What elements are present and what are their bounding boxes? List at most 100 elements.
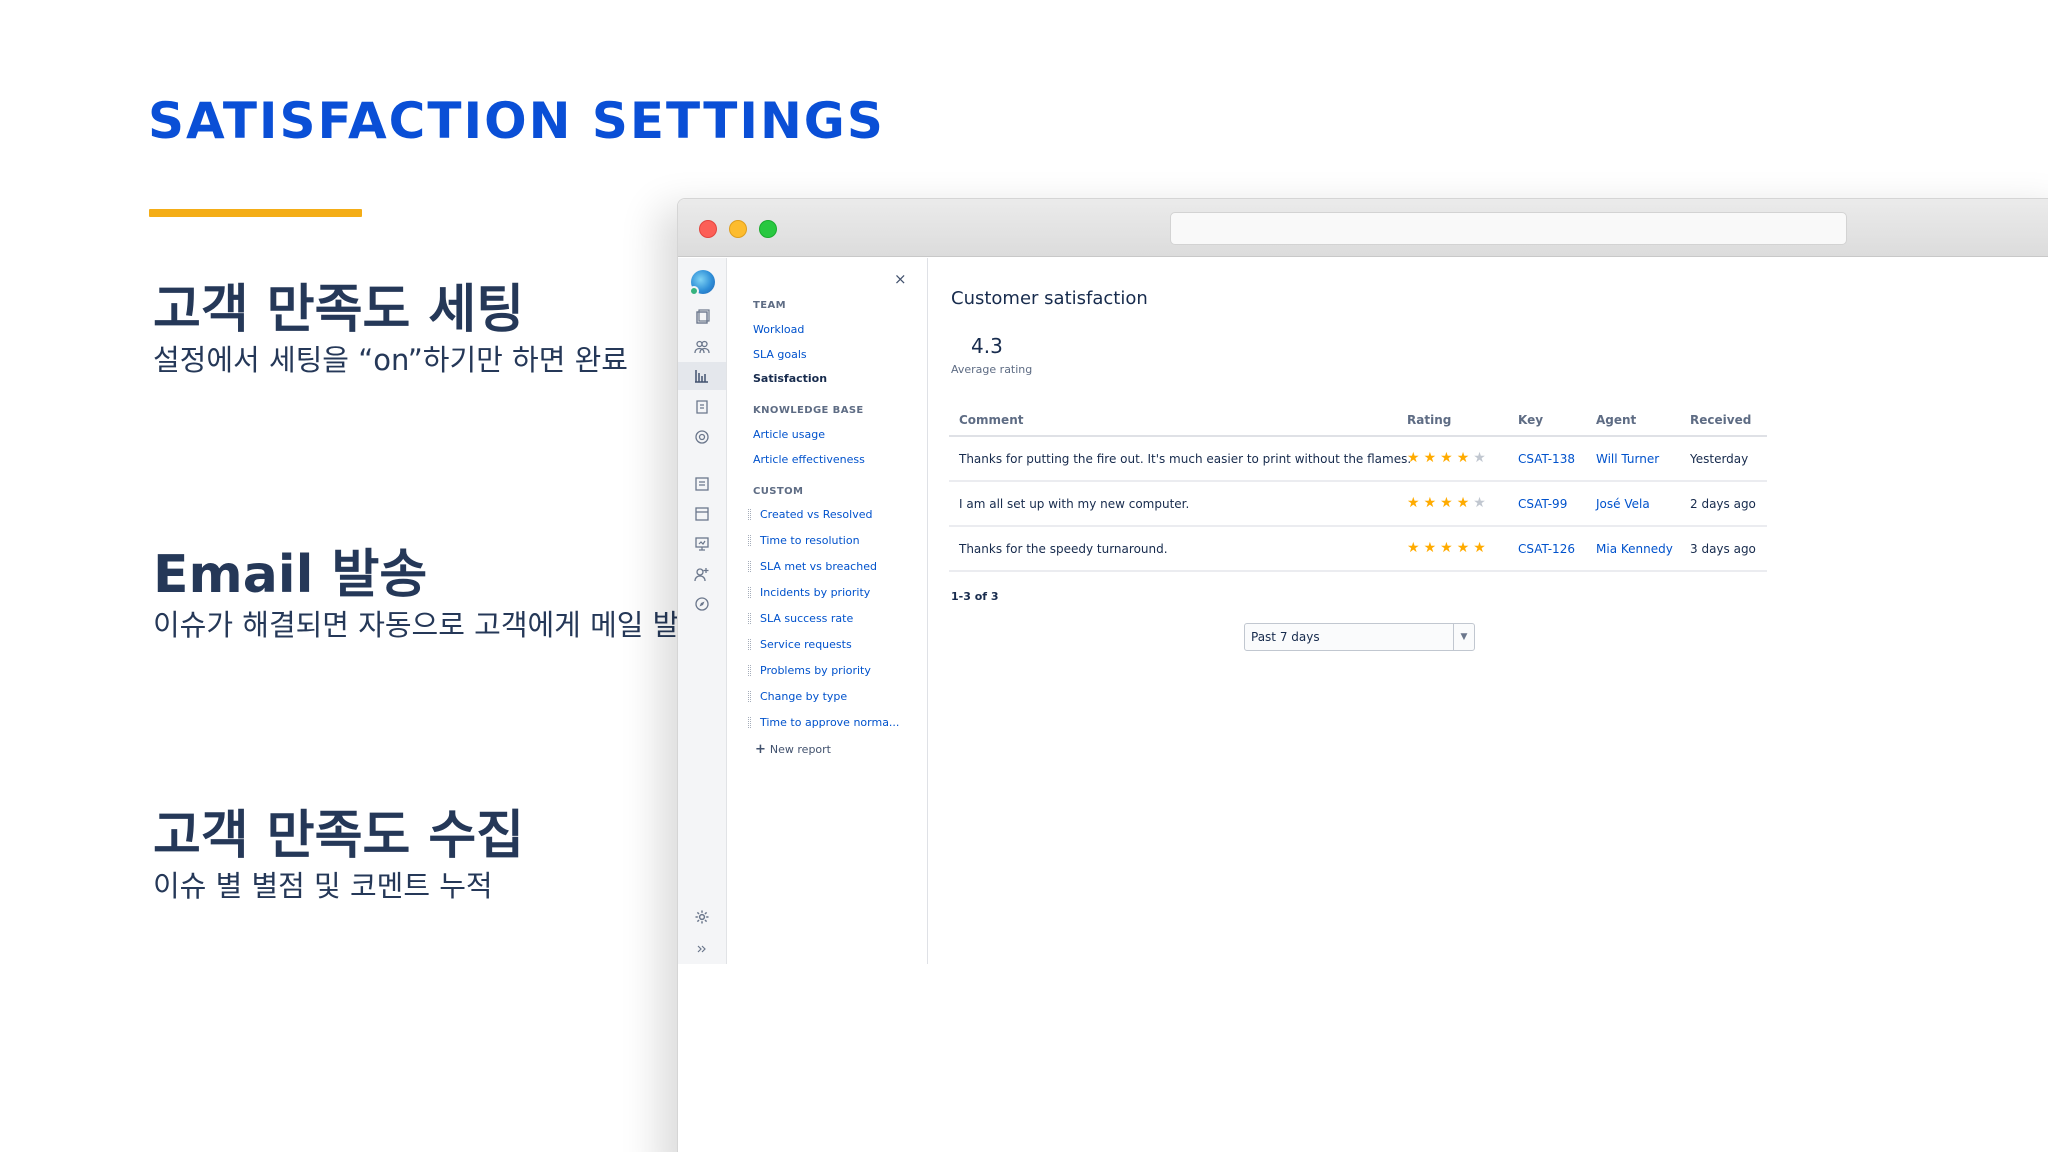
star-icon: ★ <box>1473 540 1486 556</box>
nav-link-satisfaction[interactable]: Satisfaction <box>753 372 827 385</box>
comment-cell: I am all set up with my new computer. <box>959 497 1190 511</box>
comment-cell: Thanks for putting the fire out. It's mu… <box>959 452 1412 466</box>
received-cell: 3 days ago <box>1690 542 1756 556</box>
issue-key-link[interactable]: CSAT-99 <box>1518 497 1567 511</box>
star-icon: ★ <box>1473 495 1486 511</box>
drag-handle-icon[interactable] <box>748 561 751 572</box>
table-row: Thanks for the speedy turnaround. ★ ★ ★ ★ ★ … <box>949 527 1767 572</box>
drag-handle-icon[interactable] <box>748 587 751 598</box>
feature-description: 이슈가 해결되면 자동으로 고객에게 메일 발송 <box>153 608 707 642</box>
reports-icon[interactable] <box>678 362 726 390</box>
star-icon: ★ <box>1473 450 1486 466</box>
close-window-button[interactable] <box>699 220 717 238</box>
average-rating-value: 4.3 <box>971 334 1003 358</box>
table-row: I am all set up with my new computer. ★ ★… <box>949 482 1767 527</box>
average-rating-label: Average rating <box>951 363 1033 376</box>
main-content: Customer satisfaction 4.3 Average rating… <box>929 258 2048 1152</box>
minimize-window-button[interactable] <box>729 220 747 238</box>
feature-heading: Email 발송 <box>153 545 428 605</box>
star-rating: ★ ★ ★ ★ ★ <box>1407 540 1486 556</box>
star-icon: ★ <box>1440 540 1453 556</box>
chevron-down-icon[interactable]: ▼ <box>1453 624 1474 650</box>
settings-circle-icon[interactable] <box>693 428 711 446</box>
reports-navigation: × TEAM Workload SLA goals Satisfaction K… <box>728 258 928 964</box>
compass-icon[interactable] <box>693 595 711 613</box>
feature-description: 이슈 별 별점 및 코멘트 누적 <box>153 869 493 903</box>
period-select[interactable]: Past 7 days ▼ <box>1244 623 1475 651</box>
drag-handle-icon[interactable] <box>748 691 751 702</box>
column-header-comment[interactable]: Comment <box>959 413 1023 427</box>
feature-description: 설정에서 세팅을 “on”하기만 하면 완료 <box>153 343 628 377</box>
service-desk-app: × TEAM Workload SLA goals Satisfaction K… <box>678 258 2048 1152</box>
drag-handle-icon[interactable] <box>748 613 751 624</box>
drag-handle-icon[interactable] <box>748 665 751 676</box>
nav-link-sla-goals[interactable]: SLA goals <box>753 348 807 361</box>
boards-icon[interactable] <box>693 475 711 493</box>
agent-link[interactable]: José Vela <box>1596 497 1650 511</box>
page-title: Customer satisfaction <box>951 288 1148 309</box>
knowledge-base-icon[interactable] <box>693 398 711 416</box>
issues-icon[interactable] <box>693 505 711 523</box>
window-titlebar <box>678 199 2048 257</box>
maximize-window-button[interactable] <box>759 220 777 238</box>
drag-handle-icon[interactable] <box>748 639 751 650</box>
star-icon: ★ <box>1456 450 1470 466</box>
nav-custom-report[interactable]: Change by type <box>748 690 847 703</box>
browser-window: × TEAM Workload SLA goals Satisfaction K… <box>677 198 2048 1152</box>
nav-link-article-usage[interactable]: Article usage <box>753 428 825 441</box>
address-bar[interactable] <box>1170 212 1847 245</box>
column-header-key[interactable]: Key <box>1518 413 1543 427</box>
star-icon: ★ <box>1423 450 1437 466</box>
star-rating: ★ ★ ★ ★ ★ <box>1407 450 1486 466</box>
expand-icon[interactable] <box>693 940 711 958</box>
drag-handle-icon[interactable] <box>748 535 751 546</box>
nav-link-article-effectiveness[interactable]: Article effectiveness <box>753 453 865 466</box>
feature-email-send: Email 발송 이슈가 해결되면 자동으로 고객에게 메일 발송 <box>153 543 713 643</box>
table-row: Thanks for putting the fire out. It's mu… <box>949 437 1767 482</box>
column-header-agent[interactable]: Agent <box>1596 413 1636 427</box>
satisfaction-table: Comment Rating Key Agent Received Thanks… <box>949 401 1767 572</box>
accent-bar <box>149 209 362 217</box>
nav-section-team: TEAM <box>753 300 786 311</box>
feature-heading: 고객 만족도 수집 <box>153 806 525 866</box>
feature-satisfaction-collect: 고객 만족도 수집 이슈 별 별점 및 코멘트 누적 <box>153 804 713 904</box>
drag-handle-icon[interactable] <box>748 509 751 520</box>
period-select-value: Past 7 days <box>1251 630 1320 644</box>
nav-custom-report[interactable]: Problems by priority <box>748 664 871 677</box>
nav-custom-label: SLA success rate <box>760 612 854 625</box>
drag-handle-icon[interactable] <box>748 717 751 728</box>
nav-custom-report[interactable]: Incidents by priority <box>748 586 870 599</box>
nav-custom-report[interactable]: Service requests <box>748 638 852 651</box>
queues-icon[interactable] <box>693 308 711 326</box>
column-header-received[interactable]: Received <box>1690 413 1751 427</box>
star-icon: ★ <box>1407 540 1420 556</box>
column-header-rating[interactable]: Rating <box>1407 413 1451 427</box>
nav-custom-report[interactable]: Created vs Resolved <box>748 508 872 521</box>
add-people-icon[interactable] <box>693 565 711 583</box>
nav-link-workload[interactable]: Workload <box>753 323 804 336</box>
nav-custom-label: Time to resolution <box>760 534 860 547</box>
nav-custom-label: Change by type <box>760 690 848 703</box>
nav-section-custom: CUSTOM <box>753 486 804 497</box>
new-report-button[interactable]: + New report <box>755 742 831 757</box>
agent-link[interactable]: Will Turner <box>1596 452 1659 466</box>
star-rating: ★ ★ ★ ★ ★ <box>1407 495 1486 511</box>
close-nav-icon[interactable]: × <box>894 270 907 288</box>
status-dot <box>689 286 699 296</box>
feature-satisfaction-setup: 고객 만족도 세팅 설정에서 세팅을 “on”하기만 하면 완료 <box>153 278 713 378</box>
nav-custom-report[interactable]: Time to approve norma... <box>748 716 899 729</box>
comment-cell: Thanks for the speedy turnaround. <box>959 542 1168 556</box>
customers-icon[interactable] <box>693 338 711 356</box>
table-header: Comment Rating Key Agent Received <box>949 401 1767 437</box>
agent-link[interactable]: Mia Kennedy <box>1596 542 1673 556</box>
nav-custom-label: Created vs Resolved <box>760 508 873 521</box>
issue-key-link[interactable]: CSAT-126 <box>1518 542 1575 556</box>
nav-custom-report[interactable]: SLA met vs breached <box>748 560 877 573</box>
nav-section-knowledge-base: KNOWLEDGE BASE <box>753 405 864 416</box>
nav-custom-report[interactable]: SLA success rate <box>748 612 853 625</box>
new-report-label: New report <box>769 743 831 756</box>
nav-custom-report[interactable]: Time to resolution <box>748 534 860 547</box>
issue-key-link[interactable]: CSAT-138 <box>1518 452 1575 466</box>
gear-icon[interactable] <box>693 908 711 926</box>
monitor-icon[interactable] <box>693 535 711 553</box>
